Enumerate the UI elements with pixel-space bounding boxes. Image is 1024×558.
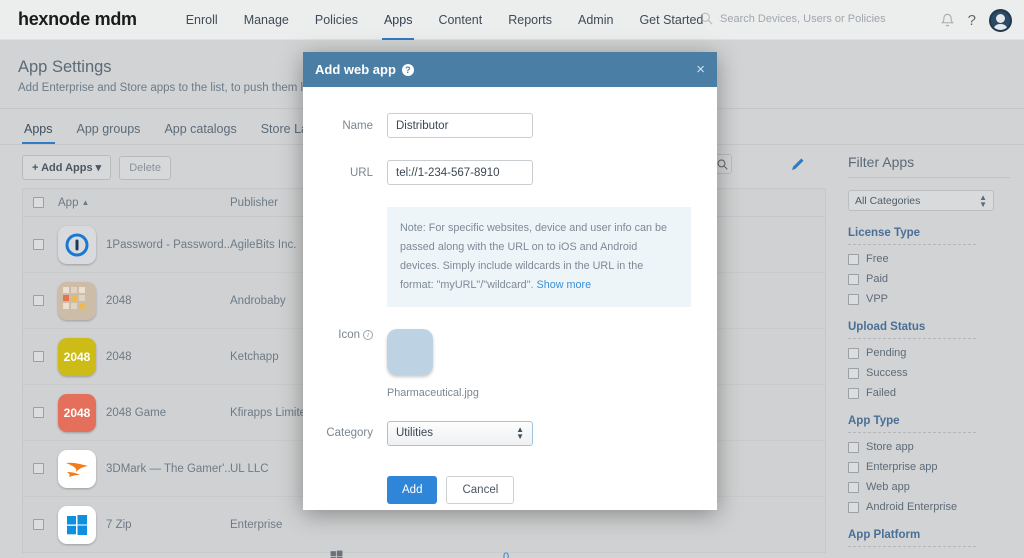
- category-label: Category: [326, 427, 373, 440]
- add-web-app-dialog: Add web app ? × Name URL Note: For speci…: [303, 52, 717, 510]
- url-input[interactable]: [387, 160, 533, 185]
- dialog-header: Add web app ? ×: [303, 52, 717, 87]
- url-field-row: URL: [303, 160, 717, 185]
- name-field-row: Name: [303, 113, 717, 138]
- cancel-button[interactable]: Cancel: [446, 475, 515, 504]
- show-more-link[interactable]: Show more: [537, 279, 592, 291]
- dialog-title: Add web app ?: [315, 62, 414, 77]
- name-input[interactable]: [387, 113, 533, 138]
- icon-label: Icon i: [303, 329, 387, 341]
- name-label: Name: [342, 119, 373, 132]
- info-icon[interactable]: i: [363, 330, 373, 341]
- category-select[interactable]: Utilities ▲ ▼: [387, 420, 533, 446]
- chevron-updown-icon: ▲ ▼: [516, 425, 524, 442]
- app-root: hexnode mdm Enroll Manage Policies Apps …: [0, 0, 1024, 558]
- icon-preview-wrap: Pharmaceutical.jpg: [387, 328, 479, 399]
- note-text: Note: For specific websites, device and …: [400, 222, 668, 291]
- icon-filename: Pharmaceutical.jpg: [387, 386, 479, 399]
- icon-field-row: Icon i Pharmaceutical.jpg: [303, 328, 717, 399]
- url-label: URL: [349, 166, 373, 179]
- help-icon[interactable]: ?: [401, 63, 414, 76]
- modal-overlay: Add web app ? × Name URL Note: For speci…: [0, 0, 1024, 558]
- url-note: Note: For specific websites, device and …: [387, 207, 691, 307]
- add-button[interactable]: Add: [387, 475, 438, 504]
- close-icon[interactable]: ×: [696, 62, 705, 77]
- icon-preview[interactable]: [387, 328, 433, 375]
- dialog-body: Name URL Note: For specific websites, de…: [303, 87, 717, 504]
- category-field-row: Category Utilities ▲ ▼: [303, 420, 717, 446]
- dialog-footer: Add Cancel: [303, 468, 717, 504]
